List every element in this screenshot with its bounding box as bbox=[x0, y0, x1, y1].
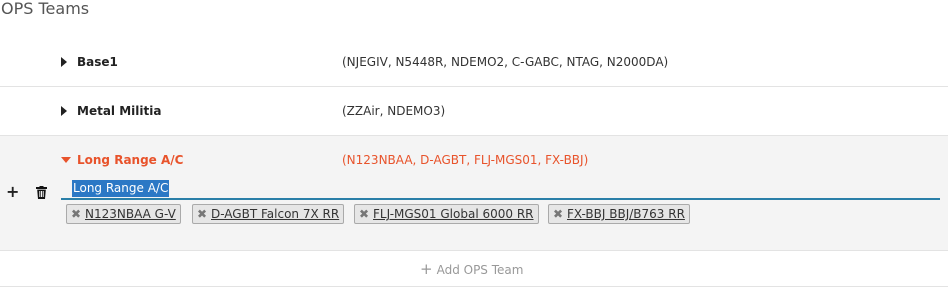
team-name[interactable]: Metal Militia bbox=[77, 104, 161, 118]
teams-list: Base1 (NJEGIV, N5448R, NDEMO2, C-GABC, N… bbox=[0, 38, 948, 287]
team-name-input[interactable]: Long Range A/C bbox=[61, 180, 940, 200]
aircraft-chip[interactable]: ✖ N123NBAA G-V bbox=[66, 204, 181, 224]
team-row-metal-militia[interactable]: Metal Militia (ZZAir, NDEMO3) bbox=[0, 87, 948, 136]
chip-label: N123NBAA G-V bbox=[85, 207, 176, 221]
caret-down-icon[interactable] bbox=[61, 157, 71, 163]
page-title: OPS Teams bbox=[1, 0, 90, 18]
team-name-input-value[interactable]: Long Range A/C bbox=[72, 180, 170, 197]
remove-chip-icon[interactable]: ✖ bbox=[71, 205, 81, 223]
remove-chip-icon[interactable]: ✖ bbox=[197, 205, 207, 223]
chip-label: D-AGBT Falcon 7X RR bbox=[211, 207, 340, 221]
plus-icon: + bbox=[420, 260, 433, 278]
caret-right-icon[interactable] bbox=[61, 106, 67, 116]
plus-icon[interactable]: + bbox=[6, 184, 19, 200]
aircraft-chip[interactable]: ✖ FX-BBJ BBJ/B763 RR bbox=[548, 204, 690, 224]
remove-chip-icon[interactable]: ✖ bbox=[359, 205, 369, 223]
add-team-row: + Add OPS Team bbox=[0, 251, 948, 287]
caret-right-icon[interactable] bbox=[61, 57, 67, 67]
team-name[interactable]: Base1 bbox=[77, 55, 118, 69]
add-ops-team-label: Add OPS Team bbox=[436, 263, 524, 277]
team-row-base1[interactable]: Base1 (NJEGIV, N5448R, NDEMO2, C-GABC, N… bbox=[0, 38, 948, 87]
team-aircraft-list: (NJEGIV, N5448R, NDEMO2, C-GABC, NTAG, N… bbox=[342, 55, 669, 69]
chip-label: FLJ-MGS01 Global 6000 RR bbox=[373, 207, 534, 221]
aircraft-chip[interactable]: ✖ D-AGBT Falcon 7X RR bbox=[192, 204, 345, 224]
chip-label: FX-BBJ BBJ/B763 RR bbox=[567, 207, 685, 221]
team-name[interactable]: Long Range A/C bbox=[77, 153, 183, 167]
remove-chip-icon[interactable]: ✖ bbox=[553, 205, 563, 223]
team-row-long-range: Long Range A/C (N123NBAA, D-AGBT, FLJ-MG… bbox=[0, 136, 948, 251]
team-aircraft-list: (N123NBAA, D-AGBT, FLJ-MGS01, FX-BBJ) bbox=[342, 153, 589, 167]
team-aircraft-list: (ZZAir, NDEMO3) bbox=[342, 104, 446, 118]
add-ops-team-button[interactable]: + Add OPS Team bbox=[420, 260, 523, 278]
trash-icon[interactable] bbox=[36, 186, 47, 199]
aircraft-chip[interactable]: ✖ FLJ-MGS01 Global 6000 RR bbox=[354, 204, 539, 224]
